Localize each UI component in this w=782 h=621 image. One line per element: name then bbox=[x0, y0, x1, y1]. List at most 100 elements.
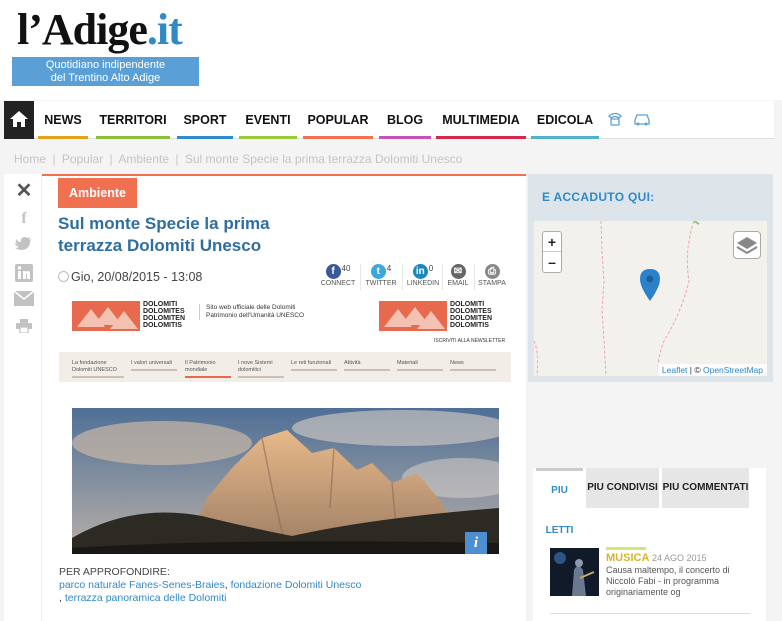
mountain-photo: i bbox=[72, 408, 499, 554]
embed-menu: La fondazione Dolomiti UNESCO I valori u… bbox=[59, 352, 511, 382]
car-icon[interactable] bbox=[633, 112, 651, 128]
breadcrumb-home[interactable]: Home bbox=[14, 152, 46, 166]
tab-most-commented[interactable]: PIU COMMENTATI bbox=[662, 468, 749, 508]
phone-icon[interactable] bbox=[607, 112, 625, 128]
tag-link[interactable]: fondazione Dolomiti Unesco bbox=[231, 579, 362, 591]
info-icon[interactable]: i bbox=[465, 532, 487, 554]
tag-link[interactable]: parco naturale Fanes-Senes-Braies bbox=[59, 579, 225, 591]
leaflet-link[interactable]: Leaflet bbox=[662, 365, 688, 375]
tab-most-read[interactable]: PIU LETTI bbox=[536, 468, 583, 536]
email-icon[interactable] bbox=[13, 290, 35, 309]
article-title: Sul monte Specie la prima terrazza Dolom… bbox=[58, 214, 270, 255]
news-category: MUSICA bbox=[606, 547, 650, 564]
zoom-control: + – bbox=[542, 231, 562, 273]
nav-item-edicola[interactable]: EDICOLA bbox=[531, 101, 599, 139]
facebook-icon[interactable]: f bbox=[14, 210, 34, 228]
location-widget-title: E ACCADUTO QUI: bbox=[542, 190, 655, 204]
tagline: Quotidiano indipendente del Trentino Alt… bbox=[12, 57, 199, 86]
layers-button[interactable] bbox=[733, 231, 761, 259]
embed-menu-item: Attività bbox=[344, 360, 390, 371]
newsletter-link: ISCRIVITI ALLA NEWSLETTER bbox=[434, 338, 506, 344]
embed-site-line-1: Sito web ufficiale delle Dolomiti bbox=[206, 304, 296, 311]
map[interactable]: + – Leaflet | © OpenStreetMap bbox=[534, 221, 767, 376]
share-divider bbox=[402, 264, 403, 290]
layers-icon bbox=[736, 237, 758, 255]
zoom-out-button[interactable]: – bbox=[543, 252, 561, 272]
nav-color-bar bbox=[531, 136, 599, 139]
embed-menu-item: Materiali bbox=[397, 360, 443, 371]
dolomiti-unesco-logo bbox=[72, 301, 140, 331]
linkedin-share-label: LINKEDIN bbox=[406, 280, 440, 287]
nav-color-bar bbox=[38, 136, 88, 139]
print-icon[interactable] bbox=[14, 319, 34, 337]
nav-color-bar bbox=[177, 136, 233, 139]
article-image[interactable]: DOLOMITI DOLOMITES DOLOMITEN DOLOMITIS S… bbox=[59, 292, 511, 555]
embed-menu-item: La fondazione Dolomiti UNESCO bbox=[72, 360, 124, 378]
breadcrumb-current: Sul monte Specie la prima terrazza Dolom… bbox=[184, 152, 463, 166]
site-logo[interactable]: l’Adige.it bbox=[17, 4, 183, 55]
news-text: Causa maltempo, il concerto di Niccolò F… bbox=[606, 565, 730, 597]
zoom-in-button[interactable]: + bbox=[543, 232, 561, 252]
email-share-button[interactable]: ✉ EMAIL bbox=[440, 264, 476, 287]
linkedin-icon: in bbox=[412, 264, 428, 279]
embed-site-description: Sito web ufficiale delle Dolomiti Patrim… bbox=[199, 304, 304, 320]
site-header: l’Adige.it Quotidiano indipendente del T… bbox=[0, 0, 782, 100]
close-icon[interactable]: ✕ bbox=[14, 181, 34, 201]
nav-item-popular[interactable]: POPULAR bbox=[303, 101, 373, 139]
article-card: Ambiente Sul monte Specie la prima terra… bbox=[42, 174, 526, 621]
linkedin-icon[interactable] bbox=[14, 264, 34, 282]
breadcrumb-separator: | bbox=[175, 152, 179, 166]
breadcrumb-separator: | bbox=[109, 152, 113, 166]
nav-item-label: NEWS bbox=[44, 113, 82, 127]
nav-item-label: TERRITORI bbox=[99, 113, 167, 127]
category-badge[interactable]: Ambiente bbox=[58, 178, 137, 208]
nav-item-news[interactable]: NEWS bbox=[38, 101, 88, 139]
nav-color-bar bbox=[379, 136, 431, 139]
twitter-icon: t bbox=[370, 264, 386, 279]
osm-link[interactable]: OpenStreetMap bbox=[703, 365, 763, 375]
nav-item-eventi[interactable]: EVENTI bbox=[239, 101, 297, 139]
print-share-label: STAMPA bbox=[478, 280, 506, 287]
news-date: 24 AGO 2015 bbox=[652, 553, 707, 563]
home-icon bbox=[10, 111, 28, 127]
email-share-label: EMAIL bbox=[447, 280, 469, 287]
facebook-share-label: CONNECT bbox=[320, 280, 356, 287]
nav-item-label: MULTIMEDIA bbox=[442, 113, 520, 127]
nav-color-bar bbox=[303, 136, 373, 139]
facebook-share-button[interactable]: f 40 CONNECT bbox=[320, 264, 356, 287]
dolomiti-brand-text: DOLOMITI DOLOMITES DOLOMITEN DOLOMITIS bbox=[143, 301, 185, 329]
nav-item-label: POPULAR bbox=[307, 113, 369, 127]
dolomiti-brand-text-right: DOLOMITI DOLOMITES DOLOMITEN DOLOMITIS bbox=[450, 301, 492, 329]
main-nav: NEWS TERRITORI SPORT EVENTI POPULAR BLOG… bbox=[4, 101, 774, 139]
map-attribution: Leaflet | © OpenStreetMap bbox=[657, 364, 767, 376]
breadcrumb-popular[interactable]: Popular bbox=[62, 152, 103, 166]
share-divider bbox=[360, 264, 361, 290]
breadcrumb-ambiente[interactable]: Ambiente bbox=[118, 152, 169, 166]
embed-site-line-2: Patrimonio dell'Umanità UNESCO bbox=[206, 312, 305, 319]
tag-link[interactable]: terrazza panoramica delle Dolomiti bbox=[65, 592, 227, 604]
nav-color-bar bbox=[96, 136, 170, 139]
news-item[interactable]: MUSICA 24 AGO 2015 Causa maltempo, il co… bbox=[550, 547, 750, 604]
facebook-icon: f bbox=[325, 264, 341, 279]
logo-main: l’Adige bbox=[17, 5, 148, 54]
location-widget: E ACCADUTO QUI: + – Leaflet | © OpenStre… bbox=[528, 174, 773, 382]
linkedin-share-button[interactable]: in 0 LINKEDIN bbox=[405, 264, 441, 287]
embed-menu-item: I valori universali bbox=[131, 360, 177, 371]
nav-item-territori[interactable]: TERRITORI bbox=[96, 101, 170, 139]
nav-item-multimedia[interactable]: MULTIMEDIA bbox=[436, 101, 526, 139]
embed-menu-item: I nove Sistemi dolomitici bbox=[238, 360, 284, 378]
embed-menu-item: News bbox=[450, 360, 496, 371]
nav-item-blog[interactable]: BLOG bbox=[379, 101, 431, 139]
nav-item-sport[interactable]: SPORT bbox=[177, 101, 233, 139]
clock-icon bbox=[58, 271, 69, 282]
print-icon: ⎙ bbox=[484, 264, 500, 279]
twitter-count: 4 bbox=[386, 264, 392, 273]
map-marker-icon[interactable] bbox=[640, 269, 660, 301]
twitter-icon[interactable] bbox=[14, 237, 34, 255]
nav-item-label: BLOG bbox=[386, 113, 424, 127]
home-button[interactable] bbox=[4, 101, 34, 139]
tab-most-shared[interactable]: PIU CONDIVISI bbox=[586, 468, 659, 508]
print-share-button[interactable]: ⎙ STAMPA bbox=[474, 264, 510, 287]
logo-tld: .it bbox=[146, 5, 183, 54]
twitter-share-button[interactable]: t4 TWITTER bbox=[363, 264, 399, 287]
